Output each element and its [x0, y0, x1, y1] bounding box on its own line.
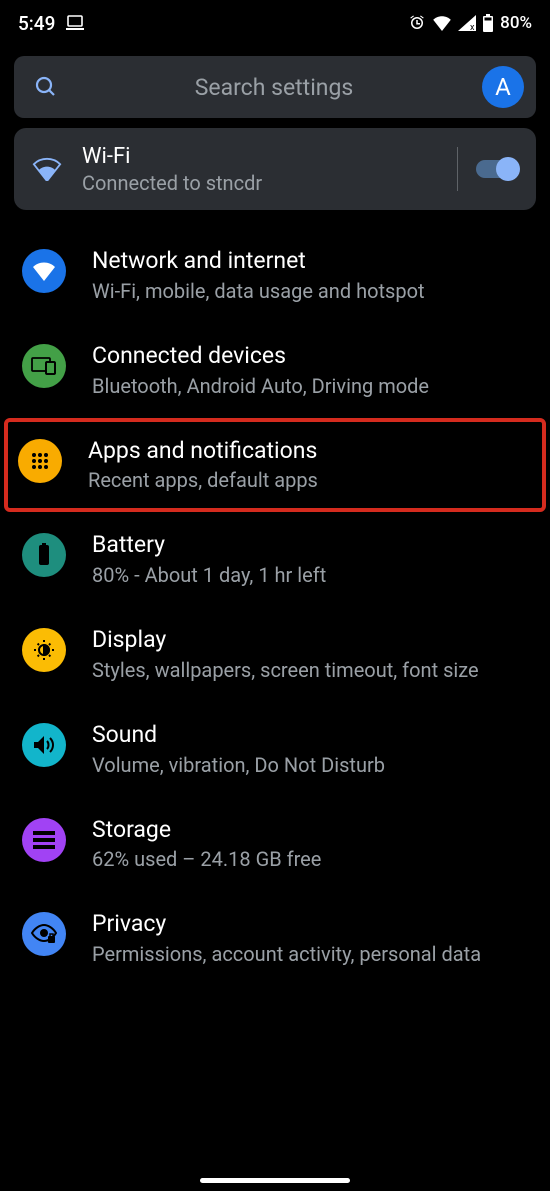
privacy-icon — [22, 912, 66, 956]
avatar-letter: A — [495, 73, 511, 101]
sound-icon — [22, 723, 66, 767]
setting-title: Sound — [92, 721, 528, 750]
storage-icon — [22, 818, 66, 862]
setting-title: Battery — [92, 531, 528, 560]
setting-subtitle: Recent apps, default apps — [88, 467, 532, 493]
battery-icon — [22, 533, 66, 577]
setting-connected-devices[interactable]: Connected devices Bluetooth, Android Aut… — [8, 323, 542, 418]
wifi-toggle[interactable] — [476, 160, 518, 178]
setting-subtitle: Permissions, account activity, personal … — [92, 941, 528, 967]
battery-icon-status — [482, 14, 494, 32]
setting-sound[interactable]: Sound Volume, vibration, Do Not Disturb — [8, 702, 542, 797]
wifi-subtitle: Connected to stncdr — [82, 171, 439, 195]
search-icon — [26, 75, 66, 99]
setting-network-internet[interactable]: Network and internet Wi-Fi, mobile, data… — [8, 228, 542, 323]
search-settings[interactable]: Search settings A — [14, 56, 536, 118]
nav-indicator[interactable] — [200, 1178, 350, 1183]
setting-title: Network and internet — [92, 247, 528, 276]
settings-list: Network and internet Wi-Fi, mobile, data… — [0, 228, 550, 986]
setting-subtitle: Styles, wallpapers, screen timeout, font… — [92, 657, 528, 683]
display-icon — [22, 628, 66, 672]
setting-title: Storage — [92, 816, 528, 845]
setting-title: Display — [92, 626, 528, 655]
setting-subtitle: 62% used – 24.18 GB free — [92, 846, 528, 872]
setting-display[interactable]: Display Styles, wallpapers, screen timeo… — [8, 607, 542, 702]
setting-storage[interactable]: Storage 62% used – 24.18 GB free — [8, 797, 542, 892]
setting-subtitle: Bluetooth, Android Auto, Driving mode — [92, 373, 528, 399]
devices-icon — [22, 344, 66, 388]
setting-title: Connected devices — [92, 342, 528, 371]
setting-battery[interactable]: Battery 80% - About 1 day, 1 hr left — [8, 512, 542, 607]
status-time: 5:49 — [18, 12, 55, 35]
setting-title: Privacy — [92, 910, 528, 939]
search-placeholder: Search settings — [66, 74, 482, 101]
profile-avatar[interactable]: A — [482, 66, 524, 108]
svg-text:x: x — [470, 23, 475, 31]
status-bar: 5:49 x 80% — [0, 0, 550, 42]
battery-percentage: 80% — [500, 13, 532, 33]
setting-subtitle: Volume, vibration, Do Not Disturb — [92, 752, 528, 778]
setting-privacy[interactable]: Privacy Permissions, account activity, p… — [8, 891, 542, 986]
wifi-status-icon — [432, 15, 452, 31]
apps-icon — [18, 439, 62, 483]
alarm-icon — [408, 14, 426, 32]
laptop-icon — [65, 15, 85, 31]
wifi-quick-card[interactable]: Wi-Fi Connected to stncdr — [14, 128, 536, 210]
setting-apps-notifications[interactable]: Apps and notifications Recent apps, defa… — [4, 418, 546, 513]
wifi-icon — [32, 157, 82, 181]
setting-subtitle: Wi-Fi, mobile, data usage and hotspot — [92, 278, 528, 304]
signal-icon: x — [458, 15, 476, 31]
setting-subtitle: 80% - About 1 day, 1 hr left — [92, 562, 528, 588]
wifi-title: Wi-Fi — [82, 144, 439, 169]
setting-title: Apps and notifications — [88, 437, 532, 466]
divider — [457, 147, 458, 191]
wifi-icon — [22, 249, 66, 293]
